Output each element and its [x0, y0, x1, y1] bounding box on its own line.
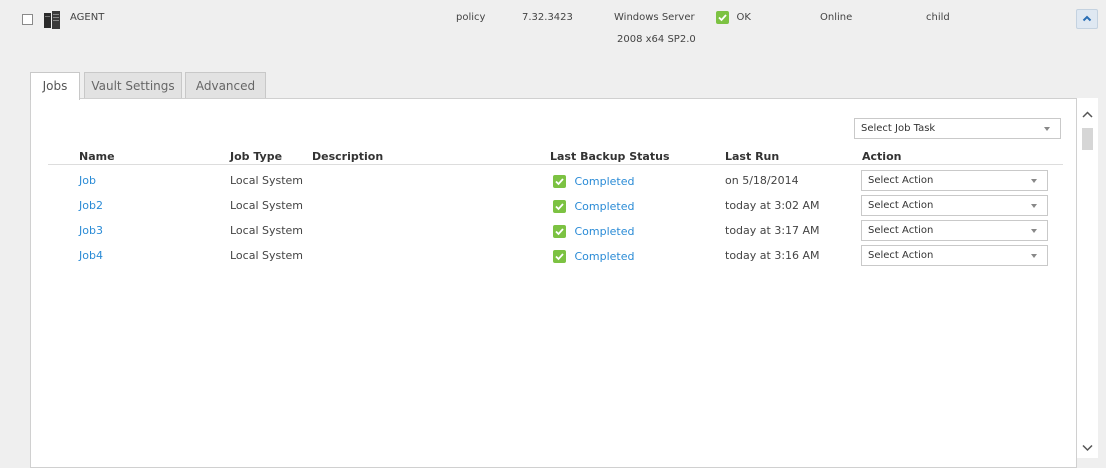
check-icon — [553, 174, 566, 188]
job-last-run: today at 3:02 AM — [725, 199, 820, 212]
agent-connection: Online — [820, 12, 853, 23]
job-last-run: today at 3:17 AM — [725, 224, 820, 237]
vertical-scrollbar[interactable] — [1077, 98, 1098, 458]
check-icon — [716, 10, 729, 24]
agent-version: 7.32.3423 — [522, 12, 573, 23]
column-header-job-type: Job Type — [230, 150, 283, 163]
chevron-down-icon[interactable] — [1077, 441, 1098, 455]
collapse-button[interactable] — [1076, 9, 1098, 29]
chevron-down-icon — [1044, 127, 1050, 131]
agent-relation: child — [926, 12, 950, 23]
chevron-down-icon — [1031, 204, 1037, 208]
job-status: Completed — [553, 249, 635, 263]
agent-policy: policy — [456, 12, 486, 23]
check-icon — [553, 224, 566, 238]
job-status-link[interactable]: Completed — [575, 225, 635, 238]
job-status: Completed — [553, 199, 635, 213]
agent-row: AGENT policy 7.32.3423 Windows Server 20… — [0, 0, 1106, 62]
agent-os-line2: 2008 x64 SP2.0 — [617, 34, 696, 45]
job-status-link[interactable]: Completed — [575, 200, 635, 213]
job-type: Local System — [230, 199, 304, 212]
job-action-select[interactable]: Select Action — [861, 170, 1048, 191]
job-last-run: on 5/18/2014 — [725, 174, 799, 187]
job-status: Completed — [553, 174, 635, 188]
tab-jobs[interactable]: Jobs — [30, 72, 80, 100]
chevron-up-icon — [1082, 15, 1092, 22]
agent-select-checkbox[interactable] — [22, 14, 33, 25]
job-status: Completed — [553, 224, 635, 238]
agent-name: AGENT — [70, 12, 105, 23]
job-name-link[interactable]: Job3 — [79, 224, 103, 237]
chevron-down-icon — [1031, 229, 1037, 233]
column-header-last-run: Last Run — [725, 150, 780, 163]
tab-advanced[interactable]: Advanced — [185, 72, 266, 99]
tab-vault-settings[interactable]: Vault Settings — [84, 72, 182, 99]
agent-os-line1: Windows Server — [614, 12, 695, 23]
job-type: Local System — [230, 249, 304, 262]
job-action-select-value: Select Action — [868, 250, 934, 261]
job-task-select-value: Select Job Task — [861, 123, 936, 134]
chevron-down-icon — [1031, 179, 1037, 183]
job-action-select[interactable]: Select Action — [861, 220, 1048, 241]
chevron-up-icon[interactable] — [1077, 108, 1098, 122]
check-icon — [553, 249, 566, 263]
job-action-select-value: Select Action — [868, 175, 934, 186]
scrollbar-thumb[interactable] — [1082, 128, 1093, 150]
job-name-link[interactable]: Job — [79, 174, 96, 187]
job-action-select-value: Select Action — [868, 200, 934, 211]
job-name-link[interactable]: Job2 — [79, 199, 103, 212]
column-header-description: Description — [312, 150, 384, 163]
job-name-link[interactable]: Job4 — [79, 249, 103, 262]
job-status-link[interactable]: Completed — [575, 175, 635, 188]
chevron-down-icon — [1031, 254, 1037, 258]
job-type: Local System — [230, 174, 304, 187]
job-task-select[interactable]: Select Job Task — [854, 118, 1061, 139]
agent-status: OK — [716, 10, 751, 24]
server-icon — [42, 10, 62, 30]
job-action-select[interactable]: Select Action — [861, 245, 1048, 266]
job-status-link[interactable]: Completed — [575, 250, 635, 263]
check-icon — [553, 199, 566, 213]
column-header-last-backup-status: Last Backup Status — [550, 150, 670, 163]
header-divider — [48, 164, 1063, 165]
job-type: Local System — [230, 224, 304, 237]
job-action-select-value: Select Action — [868, 225, 934, 236]
job-last-run: today at 3:16 AM — [725, 249, 820, 262]
agent-status-text: OK — [736, 11, 751, 23]
column-header-action: Action — [862, 150, 902, 163]
job-action-select[interactable]: Select Action — [861, 195, 1048, 216]
column-header-name: Name — [79, 150, 115, 163]
